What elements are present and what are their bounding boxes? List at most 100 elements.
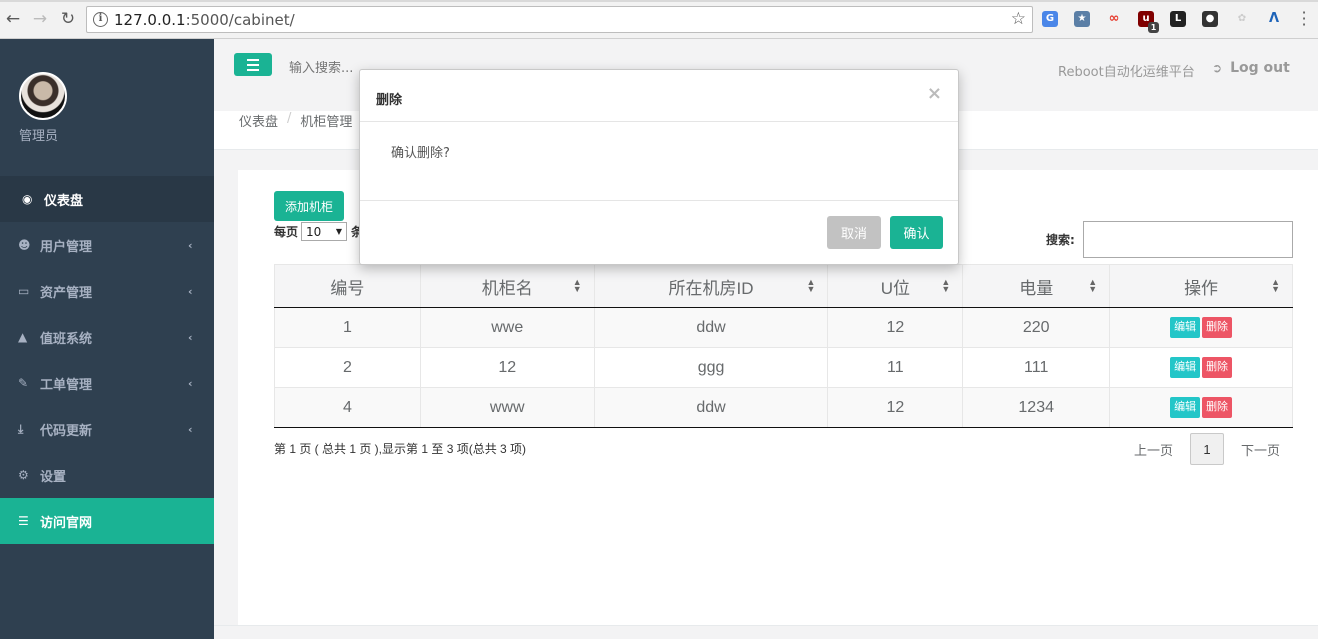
cell-u: 12 <box>827 387 964 428</box>
sidebar-item-assets[interactable]: ▭ 资产管理 ‹ <box>0 268 214 314</box>
table-info: 第 1 页 ( 总共 1 页 ),显示第 1 至 3 项(总共 3 项) <box>274 442 527 456</box>
info-icon[interactable]: i <box>93 12 108 27</box>
sidebar-item-deploy[interactable]: ⤓ 代码更新 ‹ <box>0 406 214 452</box>
column-header-u[interactable]: U位 ▲ ▼ <box>827 264 964 308</box>
forward-arrow-icon[interactable]: → <box>29 8 51 30</box>
cell-room: ddw <box>593 387 829 428</box>
sidebar-item-label: 访问官网 <box>40 515 93 531</box>
column-header-id[interactable]: 编号 <box>274 264 421 308</box>
cell-id: 4 <box>274 387 421 428</box>
confirm-button[interactable]: 确认 <box>890 216 943 249</box>
sort-icon: ▲ ▼ <box>941 277 951 294</box>
per-page-value: 10 <box>306 224 322 239</box>
table-row: 4 www ddw 12 1234 编辑 删除 <box>274 387 1293 428</box>
edit-button[interactable]: 编辑 <box>1170 397 1201 418</box>
column-header-label: 机柜名 <box>481 278 533 298</box>
inbox-icon: ▭ <box>18 284 30 298</box>
browser-toolbar: ← → ↻ i 127.0.0.1:5000/cabinet/ ☆ G ★ ∞ … <box>0 0 1318 39</box>
menu-bar <box>247 58 259 61</box>
breadcrumb-item: 机柜管理 <box>300 115 353 130</box>
url-path: :5000/cabinet/ <box>185 11 295 29</box>
delete-modal: 删除 × 确认删除? 取消 确认 <box>359 69 959 265</box>
breadcrumb-item[interactable]: 仪表盘 <box>239 111 278 130</box>
edit-button[interactable]: 编辑 <box>1170 357 1201 378</box>
delete-button[interactable]: 删除 <box>1202 357 1233 378</box>
column-header-name[interactable]: 机柜名 ▲ ▼ <box>419 264 595 308</box>
cell-room: ddw <box>593 307 829 348</box>
page-footer-strip <box>214 625 1318 639</box>
pagination-page-1[interactable]: 1 <box>1190 433 1224 465</box>
browser-menu-icon[interactable]: · · · <box>1299 5 1309 33</box>
menu-toggle-button[interactable] <box>234 53 272 76</box>
table-row: 2 12 ggg 11 111 编辑 删除 <box>274 347 1293 388</box>
download-icon: ⤓ <box>18 421 24 436</box>
cell-name: wwe <box>419 307 595 348</box>
delete-button[interactable]: 删除 <box>1202 317 1233 338</box>
cell-power: 1234 <box>962 387 1111 428</box>
column-header-power[interactable]: 电量 ▲ ▼ <box>962 264 1111 308</box>
column-header-label: 电量 <box>1019 278 1054 298</box>
per-page-control: 每页 10 ▼ 条 <box>274 222 363 241</box>
cancel-button[interactable]: 取消 <box>827 216 881 249</box>
bell-icon: ▲ <box>18 330 28 344</box>
logout-label: Log out <box>1230 60 1290 76</box>
infinity-extension-icon[interactable]: ∞ <box>1106 11 1122 27</box>
cell-actions: 编辑 删除 <box>1109 307 1293 348</box>
sidebar-item-dashboard[interactable]: ◉ 仪表盘 <box>0 176 214 222</box>
sidebar-item-website[interactable]: ☰ 访问官网 <box>0 498 214 544</box>
column-header-label: U位 <box>880 278 910 298</box>
column-header-label: 操作 <box>1184 278 1219 298</box>
table-header-row: 编号 机柜名 ▲ ▼ 所在机房ID ▲ ▼ U位 ▲ ▼ 电量 ▲ ▼ 操作 ▲ ▼ <box>274 264 1293 308</box>
translate-extension-icon[interactable]: G <box>1042 11 1058 27</box>
l-extension-icon[interactable]: L <box>1170 11 1186 27</box>
cell-power: 111 <box>962 347 1111 388</box>
avatar[interactable] <box>19 72 67 120</box>
menu-bar <box>247 68 259 71</box>
users-icon: ☻ <box>18 238 31 252</box>
per-page-label: 每页 <box>274 225 299 239</box>
cell-room: ggg <box>593 347 829 388</box>
lambda-extension-icon[interactable]: Λ <box>1266 11 1282 27</box>
table-search-input[interactable] <box>1083 221 1293 258</box>
url-host: 127.0.0.1 <box>114 11 186 29</box>
cell-name: 12 <box>419 347 595 388</box>
cell-id: 2 <box>274 347 421 388</box>
bookmark-extension-icon[interactable]: ★ <box>1074 11 1090 27</box>
bookmark-star-icon[interactable]: ☆ <box>1011 9 1026 29</box>
modal-divider <box>360 121 958 122</box>
sidebar-item-tickets[interactable]: ✎ 工单管理 ‹ <box>0 360 214 406</box>
address-bar[interactable]: i 127.0.0.1:5000/cabinet/ ☆ <box>86 6 1033 33</box>
cell-actions: 编辑 删除 <box>1109 387 1293 428</box>
edit-button[interactable]: 编辑 <box>1170 317 1201 338</box>
sidebar-item-label: 设置 <box>40 469 67 485</box>
menu-bar <box>247 63 259 66</box>
chevron-left-icon: ‹ <box>188 284 193 298</box>
sign-out-icon: ➲ <box>1212 61 1223 75</box>
column-header-actions[interactable]: 操作 ▲ ▼ <box>1109 264 1293 308</box>
chevron-left-icon: ‹ <box>188 238 193 252</box>
pagination-previous[interactable]: 上一页 <box>1134 433 1173 465</box>
sidebar: 管理员 ◉ 仪表盘 ☻ 用户管理 ‹ ▭ 资产管理 ‹ ▲ 值班系统 ‹ ✎ 工… <box>0 39 214 639</box>
brand-title: Reboot自动化运维平台 <box>1058 65 1195 80</box>
close-icon[interactable]: × <box>927 83 942 104</box>
sidebar-item-label: 值班系统 <box>40 331 93 347</box>
reload-icon[interactable]: ↻ <box>57 8 79 30</box>
back-arrow-icon[interactable]: ← <box>2 8 24 30</box>
column-header-room[interactable]: 所在机房ID ▲ ▼ <box>593 264 829 308</box>
leaf-extension-icon[interactable]: ✿ <box>1234 11 1250 27</box>
modal-message: 确认删除? <box>391 146 450 161</box>
sidebar-item-users[interactable]: ☻ 用户管理 ‹ <box>0 222 214 268</box>
mask-extension-icon[interactable]: ● <box>1202 11 1218 27</box>
chevron-left-icon: ‹ <box>188 330 193 344</box>
user-name[interactable]: 管理员 <box>19 125 58 144</box>
url-text: 127.0.0.1:5000/cabinet/ <box>114 11 295 29</box>
add-cabinet-button[interactable]: 添加机柜 <box>274 191 344 221</box>
sidebar-item-settings[interactable]: ⚙ 设置 <box>0 452 214 498</box>
column-header-label: 所在机房ID <box>668 278 754 298</box>
delete-button[interactable]: 删除 <box>1202 397 1233 418</box>
logout-link[interactable]: ➲ Log out <box>1212 60 1290 76</box>
sidebar-item-duty[interactable]: ▲ 值班系统 ‹ <box>0 314 214 360</box>
pagination-next[interactable]: 下一页 <box>1241 433 1280 465</box>
cell-actions: 编辑 删除 <box>1109 347 1293 388</box>
per-page-select[interactable]: 10 ▼ <box>301 222 348 241</box>
